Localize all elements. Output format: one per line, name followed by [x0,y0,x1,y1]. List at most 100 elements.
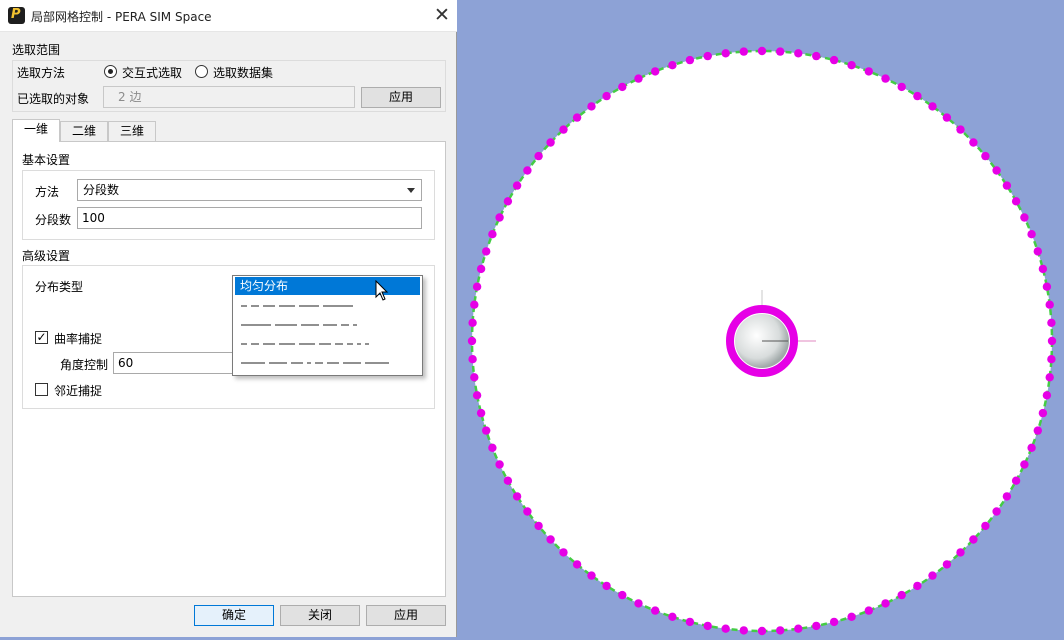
mesh-node [534,151,543,161]
mesh-node [1038,408,1048,418]
mesh-node [467,336,477,346]
mesh-node [472,282,482,291]
distribution-option-uniform[interactable]: 均匀分布 [235,277,420,295]
distribution-label: 分布类型 [35,280,84,294]
selection-method-label: 选取方法 [17,66,66,80]
title-bar: P 局部网格控制 - PERA SIM Space ✕ [0,0,457,32]
mesh-node [794,49,803,58]
curvature-label[interactable]: 曲率捕捉 [54,330,102,347]
mesh-node [981,151,990,161]
mesh-node [1020,213,1029,222]
mesh-node [470,373,479,382]
mesh-node [495,460,504,469]
mesh-node [1038,264,1048,274]
mesh-node [913,581,922,591]
app-logo-icon: P [8,7,25,24]
close-button[interactable]: 关闭 [280,605,360,626]
mesh-node [472,391,482,400]
selected-objects-label: 已选取的对象 [17,92,90,106]
mesh-node [956,548,965,557]
mesh-node [488,443,497,452]
mesh-node [942,113,952,122]
apply-button[interactable]: 应用 [366,605,446,626]
selected-objects-field: 2 边 [103,86,355,108]
segments-label: 分段数 [35,213,72,227]
angle-label: 角度控制 [60,358,109,372]
mesh-node [981,521,990,531]
mesh-node [847,60,856,70]
proximity-label[interactable]: 邻近捕捉 [54,382,102,399]
tab-3d[interactable]: 三维 [108,121,156,142]
mesh-node [897,82,906,92]
mesh-node [864,606,873,615]
mesh-node [470,300,479,309]
mesh-node [668,612,677,621]
advanced-group-title: 高级设置 [22,249,71,263]
mesh-node [739,47,748,56]
mesh-node [812,621,821,631]
mesh-node [512,492,522,501]
mesh-node [992,507,1001,516]
mesh-node [864,67,873,76]
interactive-radio-label[interactable]: 交互式选取 [122,64,182,81]
mesh-node [523,166,532,175]
mesh-node [668,60,677,70]
mesh-node [881,74,890,83]
interactive-radio[interactable] [104,65,117,78]
mesh-node [942,560,952,569]
ok-button[interactable]: 确定 [194,605,274,626]
distribution-option-pattern-3[interactable] [235,336,420,354]
mesh-node [476,408,486,418]
mesh-control-dialog: P 局部网格控制 - PERA SIM Space ✕ 选取范围 选取方法 交互… [0,0,457,637]
basic-group-title: 基本设置 [22,153,71,167]
mesh-node [546,138,555,147]
mesh-node [1027,443,1036,452]
dataset-radio-label[interactable]: 选取数据集 [213,64,273,81]
distribution-option-pattern-1[interactable] [235,298,420,316]
mesh-node [757,626,767,636]
mesh-node [587,102,596,111]
dataset-radio[interactable] [195,65,208,78]
mesh-node [703,621,712,631]
viewport-canvas[interactable] [458,0,1064,637]
tab-1d[interactable]: 一维 [12,119,60,142]
mesh-node [1027,230,1036,239]
mouse-cursor-icon [375,280,389,301]
distribution-option-pattern-4[interactable] [235,355,420,373]
mesh-node [1033,426,1042,435]
mesh-node [829,55,839,65]
proximity-checkbox[interactable] [35,383,48,396]
mesh-node [503,476,513,485]
mesh-node [897,590,906,600]
mesh-node [534,521,543,531]
mesh-node [776,47,785,56]
mesh-node [602,581,611,591]
mesh-node [468,318,477,327]
3d-viewport[interactable] [458,0,1064,637]
mesh-node [969,535,978,544]
mesh-node [812,51,821,61]
mesh-node [546,535,555,544]
method-combobox[interactable]: 分段数 [77,179,422,201]
selection-apply-button[interactable]: 应用 [361,87,441,108]
tab-2d[interactable]: 二维 [60,121,108,142]
mesh-node [482,247,491,256]
method-label: 方法 [35,185,60,199]
mesh-node [1020,460,1029,469]
mesh-node [1033,247,1042,256]
mesh-node [928,571,937,580]
close-icon[interactable]: ✕ [432,3,452,27]
segments-input[interactable]: 100 [77,207,422,229]
mesh-node [956,125,965,134]
curvature-checkbox[interactable]: ✓ [35,331,48,344]
mesh-node [559,125,568,134]
mesh-node [651,67,660,76]
mesh-node [829,617,839,627]
distribution-option-pattern-2[interactable] [235,317,420,335]
mesh-node [1042,391,1052,400]
mesh-node [721,49,730,58]
distribution-dropdown-list: 均匀分布 [232,275,423,376]
method-value: 分段数 [83,183,120,197]
mesh-node [1042,282,1052,291]
mesh-node [651,606,660,615]
